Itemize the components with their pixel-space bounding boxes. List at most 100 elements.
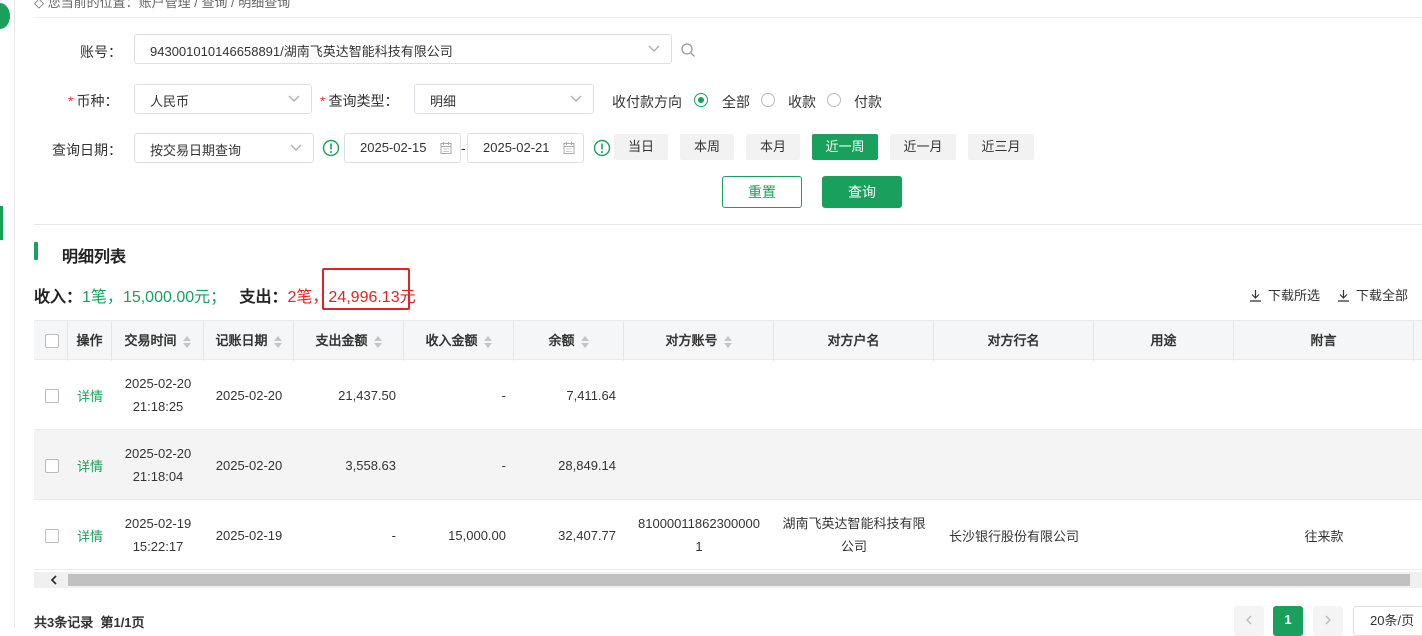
date-start-input[interactable]: 2025-02-15 xyxy=(344,133,461,163)
sort-icon[interactable] xyxy=(182,335,191,348)
purpose-cell xyxy=(1094,500,1234,570)
page-1-button[interactable]: 1 xyxy=(1273,606,1303,636)
sort-icon[interactable] xyxy=(483,335,492,348)
info-icon[interactable] xyxy=(322,139,340,157)
quick-range-last-week[interactable]: 近一周 xyxy=(812,134,878,160)
download-all-button[interactable]: 下载全部 xyxy=(1337,285,1408,304)
header-cp-account[interactable]: 对方账号 xyxy=(624,321,774,361)
chevron-down-icon xyxy=(289,140,303,154)
download-icon xyxy=(1250,290,1261,302)
page-size-select[interactable]: 20条/页 xyxy=(1353,606,1422,636)
radio-direction-income[interactable] xyxy=(761,93,775,107)
header-debit-label: 支出金额 xyxy=(315,333,368,348)
query-type-label: * 查询类型： xyxy=(320,91,398,111)
sort-icon[interactable] xyxy=(273,335,282,348)
balance-cell: 32,407.77 xyxy=(558,527,616,543)
chevron-down-icon xyxy=(287,91,301,105)
scroll-left-icon[interactable] xyxy=(48,574,60,586)
header-balance-label: 余额 xyxy=(548,333,575,348)
row-checkbox-cell xyxy=(34,500,68,570)
purpose-cell xyxy=(1094,430,1234,500)
post-date-cell: 2025-02-20 xyxy=(215,387,283,403)
row-checkbox[interactable] xyxy=(45,389,59,403)
quick-range-last-three-months[interactable]: 近三月 xyxy=(968,134,1034,160)
trade-clock: 15:22:17 xyxy=(132,539,184,554)
detail-link[interactable]: 详情 xyxy=(68,360,112,430)
currency-select[interactable]: 人民币 xyxy=(134,84,312,114)
credit-cell: - xyxy=(501,387,506,403)
sort-icon[interactable] xyxy=(580,335,589,348)
header-debit[interactable]: 支出金额 xyxy=(294,321,404,361)
row-checkbox-cell xyxy=(34,360,68,430)
account-select[interactable]: 943001010146658891/湖南飞英达智能科技有限公司 xyxy=(134,34,672,64)
search-icon[interactable] xyxy=(680,42,696,58)
debit-cell: 3,558.63 xyxy=(345,457,396,473)
detail-link[interactable]: 详情 xyxy=(68,430,112,500)
query-type-select[interactable]: 明细 xyxy=(414,84,594,114)
row-checkbox[interactable] xyxy=(45,529,59,543)
radio-direction-all-label[interactable]: 全部 xyxy=(722,92,750,112)
table-row: 详情 2025-02-19 15:22:17 2025-02-19 - 15,00… xyxy=(34,500,1422,570)
balance-cell: 28,849.14 xyxy=(558,457,616,473)
required-mark: * xyxy=(320,93,326,109)
trade-date: 2025-02-19 xyxy=(124,516,192,531)
query-type-label-text: 查询类型： xyxy=(328,93,399,109)
date-range-dash: - xyxy=(461,140,466,156)
prev-page-button[interactable] xyxy=(1234,606,1264,636)
income-count: 1 xyxy=(82,289,91,306)
header-purpose: 用途 xyxy=(1094,321,1234,361)
header-trade-time-label: 交易时间 xyxy=(124,333,177,348)
date-label: 查询日期： xyxy=(52,142,122,158)
next-page-button[interactable] xyxy=(1313,606,1343,636)
date-mode-select[interactable]: 按交易日期查询 xyxy=(134,133,314,163)
sort-icon[interactable] xyxy=(723,335,732,348)
remark-cell xyxy=(1234,360,1414,430)
credit-cell: 15,000.00 xyxy=(448,527,506,543)
expense-label: 支出： xyxy=(239,289,288,306)
download-selected-button[interactable]: 下载所选 xyxy=(1249,285,1320,304)
row-checkbox[interactable] xyxy=(45,459,59,473)
quick-range-today[interactable]: 当日 xyxy=(614,134,668,160)
cp-bank-cell: 长沙银行股份有限公司 xyxy=(948,528,1079,544)
currency-select-value: 人民币 xyxy=(150,94,190,109)
header-op: 操作 xyxy=(68,321,112,361)
info-icon[interactable] xyxy=(593,139,611,157)
breadcrumb: ◇ 您当前的位置：账户管理 / 查询 / 明细查询 xyxy=(34,0,291,10)
row-checkbox-cell xyxy=(34,430,68,500)
header-remark: 附言 xyxy=(1234,321,1414,361)
cp-name-cell: 湖南飞英达智能科技有限 公司 xyxy=(774,500,934,570)
account-select-value: 943001010146658891/湖南飞英达智能科技有限公司 xyxy=(150,44,453,59)
detail-link[interactable]: 详情 xyxy=(68,500,112,570)
date-end-input[interactable]: 2025-02-21 xyxy=(467,133,584,163)
section-title: 明细列表 xyxy=(62,249,127,266)
quick-range-last-month[interactable]: 近一月 xyxy=(890,134,956,160)
radio-direction-income-label[interactable]: 收款 xyxy=(788,92,816,112)
horizontal-scrollbar[interactable] xyxy=(34,572,1422,588)
account-label: 账号： xyxy=(80,44,122,60)
radio-direction-expense-label[interactable]: 付款 xyxy=(854,92,882,112)
cp-account-cell xyxy=(624,360,774,430)
balance-cell: 7,411.64 xyxy=(566,387,616,403)
remark-cell xyxy=(1234,430,1414,500)
query-type-select-value: 明细 xyxy=(430,94,457,109)
date-end-value: 2025-02-21 xyxy=(483,140,550,155)
radio-direction-expense[interactable] xyxy=(827,93,841,107)
radio-direction-all[interactable] xyxy=(694,93,708,107)
reset-button[interactable]: 重置 xyxy=(722,176,802,208)
trade-time-cell: 2025-02-20 21:18:04 xyxy=(112,430,204,500)
download-icon xyxy=(1338,290,1349,302)
scrollbar-thumb[interactable] xyxy=(68,574,1410,586)
cp-name-line1: 湖南飞英达智能科技有限 xyxy=(782,516,926,531)
sort-icon[interactable] xyxy=(373,335,382,348)
quick-range-this-month[interactable]: 本月 xyxy=(746,134,800,160)
select-all-checkbox[interactable] xyxy=(45,334,59,348)
header-credit[interactable]: 收入金额 xyxy=(404,321,514,361)
header-cp-name: 对方户名 xyxy=(774,321,934,361)
quick-range-this-week[interactable]: 本周 xyxy=(680,134,734,160)
query-button[interactable]: 查询 xyxy=(822,176,902,208)
debit-cell: 21,437.50 xyxy=(338,387,396,403)
header-balance[interactable]: 余额 xyxy=(514,321,624,361)
header-post-date[interactable]: 记账日期 xyxy=(204,321,294,361)
header-trade-time[interactable]: 交易时间 xyxy=(112,321,204,361)
chevron-down-icon xyxy=(569,91,583,105)
